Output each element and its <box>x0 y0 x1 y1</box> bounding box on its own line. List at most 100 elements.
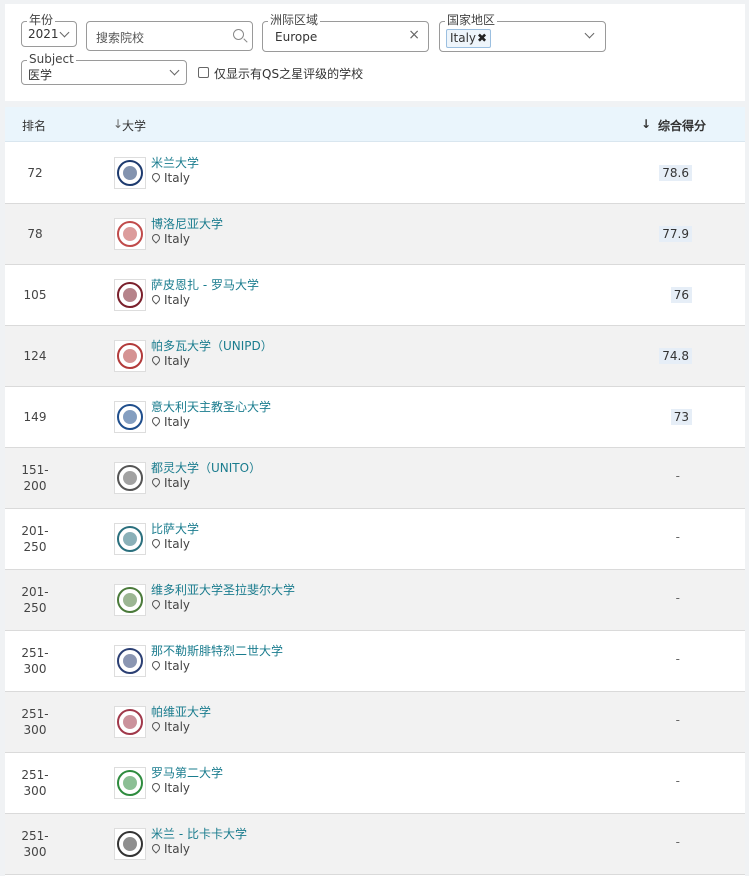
location-pin-icon <box>150 354 162 366</box>
university-logo[interactable] <box>114 340 146 372</box>
chevron-down-icon <box>584 28 595 39</box>
table-row[interactable]: 251- 300 罗马第二大学 Italy - <box>5 753 745 814</box>
table-row[interactable]: 251- 300 那不勒斯腓特烈二世大学 Italy - <box>5 631 745 692</box>
rank-cell: 78 <box>27 227 43 241</box>
table-row[interactable]: 78 博洛尼亚大学 Italy 77.9 <box>5 204 745 265</box>
university-name-link[interactable]: 罗马第二大学 <box>151 764 223 781</box>
university-name-link[interactable]: 帕维亚大学 <box>151 703 211 720</box>
university-logo[interactable] <box>114 767 146 799</box>
year-value: 2021 <box>28 27 59 41</box>
location-text: Italy <box>164 232 191 246</box>
university-logo[interactable] <box>114 706 146 738</box>
table-row[interactable]: 72 米兰大学 Italy 78.6 <box>5 143 745 204</box>
university-name-link[interactable]: 米兰大学 <box>151 154 199 171</box>
location-text: Italy <box>164 659 191 673</box>
table-row[interactable]: 149 意大利天主教圣心大学 Italy 73 <box>5 387 745 448</box>
year-label: 年份 <box>27 13 56 27</box>
rank-cell: 251- 300 <box>21 646 49 676</box>
rank-cell: 201- 250 <box>21 585 49 615</box>
university-name-link[interactable]: 博洛尼亚大学 <box>151 215 223 232</box>
score-cell: - <box>675 530 680 544</box>
location: Italy <box>150 598 190 612</box>
university-name-link[interactable]: 帕多瓦大学（UNIPD） <box>151 337 273 354</box>
university-logo[interactable] <box>114 279 146 311</box>
university-logo[interactable] <box>114 523 146 555</box>
location-pin-icon <box>150 171 162 183</box>
rank-header[interactable]: 排名 <box>22 117 46 134</box>
sort-arrow-icon[interactable]: ↓ <box>641 117 651 131</box>
location: Italy <box>150 415 191 429</box>
location-text: Italy <box>164 476 191 490</box>
location: Italy <box>150 171 191 185</box>
score-cell: 73 <box>670 409 692 425</box>
stars-only-checkbox[interactable] <box>198 67 209 78</box>
score-cell: 74.8 <box>659 348 692 364</box>
table-row[interactable]: 105 萨皮恩扎 - 罗马大学 Italy 76 <box>5 265 745 326</box>
table-row[interactable]: 201- 250 比萨大学 Italy - <box>5 509 745 570</box>
location: Italy <box>150 781 190 795</box>
chevron-down-icon <box>59 27 70 38</box>
location: Italy <box>150 720 190 734</box>
university-logo[interactable] <box>114 157 146 189</box>
location-pin-icon <box>150 293 162 305</box>
location-text: Italy <box>164 171 191 185</box>
rank-cell: 149 <box>23 410 47 424</box>
clear-icon[interactable]: × <box>408 27 420 43</box>
university-logo[interactable] <box>114 218 146 250</box>
score-cell: 77.9 <box>659 226 692 242</box>
score-header[interactable]: 综合得分 <box>658 117 706 134</box>
university-name-link[interactable]: 都灵大学（UNITO） <box>151 459 261 476</box>
rank-cell: 251- 300 <box>21 829 49 859</box>
rank-cell: 251- 300 <box>21 707 49 737</box>
location: Italy <box>150 293 190 307</box>
location-pin-icon <box>150 659 162 671</box>
university-name-link[interactable]: 萨皮恩扎 - 罗马大学 <box>151 276 259 293</box>
university-name-link[interactable]: 比萨大学 <box>151 520 199 537</box>
location: Italy <box>150 232 191 246</box>
location-pin-icon <box>150 537 162 549</box>
subject-value: 医学 <box>28 68 53 82</box>
score-cell: - <box>675 774 680 788</box>
table-row[interactable]: 251- 300 米兰 - 比卡卡大学 Italy - <box>5 814 745 875</box>
year-select[interactable]: 年份 2021 <box>21 13 77 47</box>
university-logo[interactable] <box>114 645 146 677</box>
subject-label: Subject <box>27 52 76 66</box>
score-cell: - <box>675 591 680 605</box>
location: Italy <box>150 659 191 673</box>
subject-select[interactable]: Subject 医学 <box>21 52 187 85</box>
location: Italy <box>150 842 190 856</box>
location-pin-icon <box>150 476 162 488</box>
table-row[interactable]: 201- 250 维多利亚大学圣拉斐尔大学 Italy - <box>5 570 745 631</box>
university-name-link[interactable]: 那不勒斯腓特烈二世大学 <box>151 642 283 659</box>
university-logo[interactable] <box>114 462 146 494</box>
location-pin-icon <box>150 781 162 793</box>
table-row[interactable]: 124 帕多瓦大学（UNIPD） Italy 74.8 <box>5 326 745 387</box>
university-logo[interactable] <box>114 401 146 433</box>
region-select[interactable]: 洲际区域 Europe × <box>262 13 429 52</box>
location-text: Italy <box>164 415 191 429</box>
rank-cell: 105 <box>23 288 47 302</box>
location-pin-icon <box>150 232 162 244</box>
university-logo[interactable] <box>114 584 146 616</box>
table-header: 排名 ↓ 大学 ↓ 综合得分 <box>5 107 745 142</box>
location-pin-icon <box>150 415 162 427</box>
location-pin-icon <box>150 598 162 610</box>
remove-chip-icon[interactable]: ✖ <box>477 31 487 45</box>
search-input[interactable]: 搜索院校 <box>86 21 253 51</box>
country-label: 国家地区 <box>445 13 498 27</box>
country-chip-label: Italy <box>450 31 477 45</box>
university-logo[interactable] <box>114 828 146 860</box>
university-name-link[interactable]: 维多利亚大学圣拉斐尔大学 <box>151 581 295 598</box>
university-header[interactable]: 大学 <box>122 117 146 134</box>
location: Italy <box>150 537 190 551</box>
university-name-link[interactable]: 米兰 - 比卡卡大学 <box>151 825 247 842</box>
country-select[interactable]: 国家地区 Italy✖ <box>439 13 606 52</box>
rank-cell: 251- 300 <box>21 768 49 798</box>
university-name-link[interactable]: 意大利天主教圣心大学 <box>151 398 271 415</box>
table-row[interactable]: 151- 200 都灵大学（UNITO） Italy - <box>5 448 745 509</box>
score-cell: 78.6 <box>659 165 692 181</box>
table-row[interactable]: 251- 300 帕维亚大学 Italy - <box>5 692 745 753</box>
location-pin-icon <box>150 720 162 732</box>
country-chip[interactable]: Italy✖ <box>446 29 492 48</box>
score-cell: - <box>675 713 680 727</box>
